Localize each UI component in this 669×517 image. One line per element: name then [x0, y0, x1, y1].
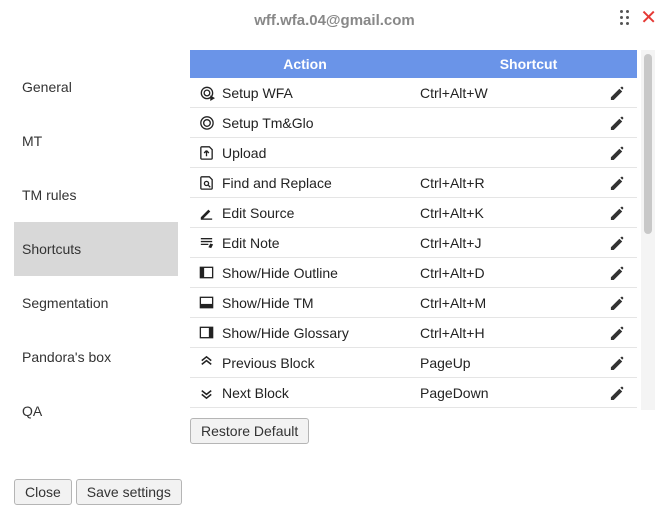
action-label: Show/Hide TM — [222, 295, 420, 311]
menu-dots-icon[interactable] — [620, 10, 630, 26]
table-row: Setup Tm&Glo — [190, 108, 637, 138]
action-label: Show/Hide Outline — [222, 265, 420, 281]
action-label: Previous Block — [222, 355, 420, 371]
shortcut-label: PageUp — [420, 355, 603, 371]
edit-icon[interactable] — [603, 174, 631, 191]
edit-icon[interactable] — [603, 114, 631, 131]
header-title: wff.wfa.04@gmail.com — [254, 12, 415, 29]
sidebar-item-tm-rules[interactable]: TM rules — [14, 168, 178, 222]
action-label: Upload — [222, 145, 420, 161]
action-label: Setup WFA — [222, 85, 420, 101]
table-row: Show/Hide GlossaryCtrl+Alt+H — [190, 318, 637, 348]
note-icon — [190, 234, 222, 251]
chev-up2-icon — [190, 354, 222, 371]
table-row: Next BlockPageDown — [190, 378, 637, 408]
shortcut-label: Ctrl+Alt+K — [420, 205, 603, 221]
edit-icon[interactable] — [603, 144, 631, 161]
table-row: Edit SourceCtrl+Alt+K — [190, 198, 637, 228]
edit-icon[interactable] — [603, 324, 631, 341]
close-icon[interactable]: ✕ — [640, 8, 657, 28]
table-row: Show/Hide OutlineCtrl+Alt+D — [190, 258, 637, 288]
table-row: Upload — [190, 138, 637, 168]
column-header-shortcut: Shortcut — [420, 56, 637, 72]
sidebar-item-qa[interactable]: QA — [14, 384, 178, 438]
sidebar-item-pandora-s-box[interactable]: Pandora's box — [14, 330, 178, 384]
gear-play-icon — [190, 84, 222, 101]
shortcut-label: Ctrl+Alt+W — [420, 85, 603, 101]
table-row: Edit NoteCtrl+Alt+J — [190, 228, 637, 258]
table-header: Action Shortcut — [190, 50, 637, 78]
edit-icon[interactable] — [603, 384, 631, 401]
panel-bottom-icon — [190, 294, 222, 311]
shortcut-label: Ctrl+Alt+J — [420, 235, 603, 251]
sidebar-item-general[interactable]: General — [14, 60, 178, 114]
table-row: Show/Hide TMCtrl+Alt+M — [190, 288, 637, 318]
table-row: Previous BlockPageUp — [190, 348, 637, 378]
table-row: Previous SegmentUp — [190, 408, 637, 410]
shortcut-label: Ctrl+Alt+H — [420, 325, 603, 341]
scrollbar-thumb[interactable] — [644, 54, 652, 234]
scrollbar[interactable] — [641, 50, 655, 410]
shortcut-label: Ctrl+Alt+M — [420, 295, 603, 311]
header: wff.wfa.04@gmail.com ✕ — [0, 0, 669, 40]
table-row: Setup WFACtrl+Alt+W — [190, 78, 637, 108]
edit-icon[interactable] — [603, 84, 631, 101]
close-button[interactable]: Close — [14, 479, 72, 505]
column-header-action: Action — [190, 56, 420, 72]
pencil-line-icon — [190, 204, 222, 221]
shortcut-label: Ctrl+Alt+R — [420, 175, 603, 191]
edit-icon[interactable] — [603, 294, 631, 311]
edit-icon[interactable] — [603, 264, 631, 281]
save-settings-button[interactable]: Save settings — [76, 479, 182, 505]
panel-left-icon — [190, 264, 222, 281]
shortcut-label: Ctrl+Alt+D — [420, 265, 603, 281]
shortcut-label: PageDown — [420, 385, 603, 401]
sidebar-item-mt[interactable]: MT — [14, 114, 178, 168]
edit-icon[interactable] — [603, 204, 631, 221]
action-label: Setup Tm&Glo — [222, 115, 420, 131]
sidebar: GeneralMTTM rulesShortcutsSegmentationPa… — [14, 50, 178, 470]
restore-default-button[interactable]: Restore Default — [190, 418, 309, 444]
action-label: Show/Hide Glossary — [222, 325, 420, 341]
table-row: Find and ReplaceCtrl+Alt+R — [190, 168, 637, 198]
action-label: Edit Source — [222, 205, 420, 221]
chev-down2-icon — [190, 384, 222, 401]
action-label: Next Block — [222, 385, 420, 401]
edit-icon[interactable] — [603, 234, 631, 251]
find-icon — [190, 174, 222, 191]
action-label: Find and Replace — [222, 175, 420, 191]
gear-icon — [190, 114, 222, 131]
sidebar-item-segmentation[interactable]: Segmentation — [14, 276, 178, 330]
sidebar-item-shortcuts[interactable]: Shortcuts — [14, 222, 178, 276]
action-label: Edit Note — [222, 235, 420, 251]
upload-icon — [190, 144, 222, 161]
panel-right-icon — [190, 324, 222, 341]
edit-icon[interactable] — [603, 354, 631, 371]
